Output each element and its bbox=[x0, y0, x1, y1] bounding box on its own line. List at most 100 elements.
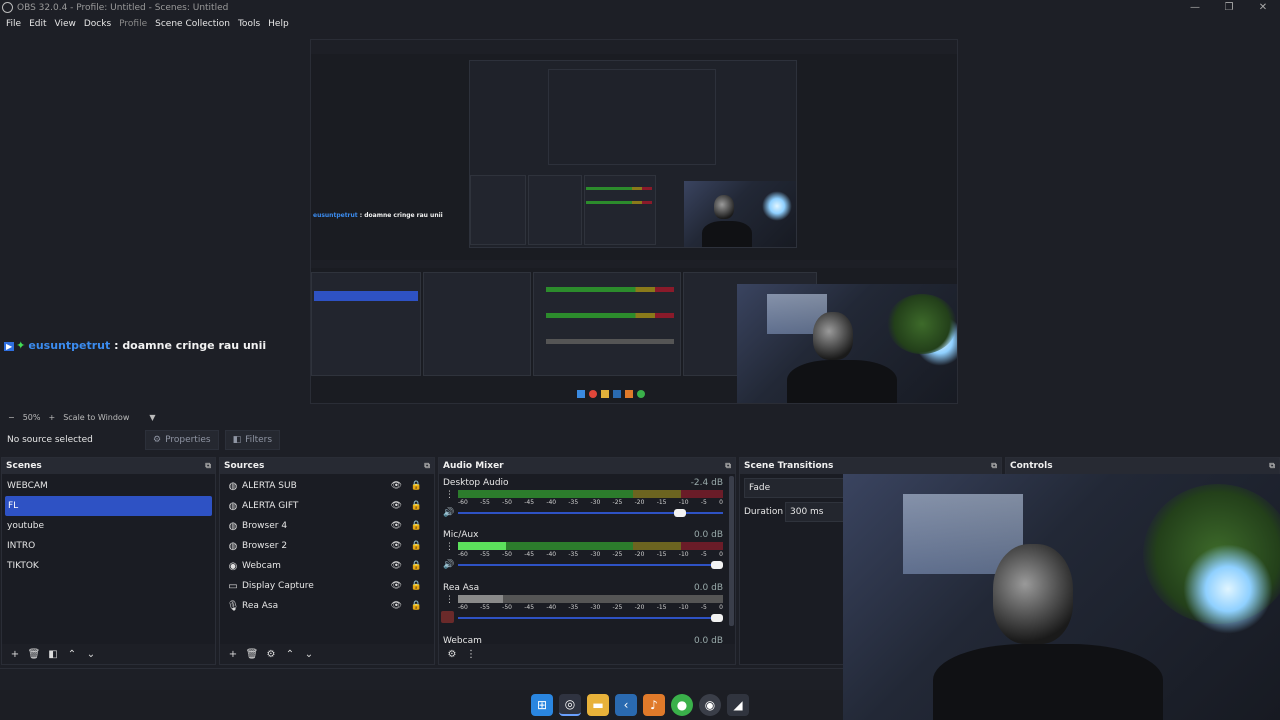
meter-tick-label: -40 bbox=[546, 604, 557, 611]
move-up-button[interactable]: ⌃ bbox=[281, 649, 299, 660]
meter-tick-label: -20 bbox=[634, 604, 645, 611]
lock-icon[interactable]: 🔒 bbox=[411, 521, 422, 531]
remove-scene-button[interactable]: 🗑 bbox=[25, 649, 43, 660]
filter-icon: ◧ bbox=[232, 435, 242, 445]
chrome-icon[interactable]: ◎ bbox=[559, 694, 581, 716]
transition-select[interactable]: Fade bbox=[744, 478, 854, 498]
mixer-menu-button[interactable]: ⋮ bbox=[462, 649, 480, 660]
source-properties-button[interactable]: ⚙ bbox=[262, 649, 280, 660]
move-up-button[interactable]: ⌃ bbox=[63, 649, 81, 660]
eye-icon[interactable]: 👁 bbox=[391, 561, 402, 571]
meter-tick-label: -20 bbox=[634, 499, 645, 506]
minimize-button[interactable]: — bbox=[1178, 0, 1212, 15]
menu-profile[interactable]: Profile bbox=[115, 19, 151, 29]
menu-docks[interactable]: Docks bbox=[80, 19, 115, 29]
menu-file[interactable]: File bbox=[2, 19, 25, 29]
source-item[interactable]: ◍ Browser 2 👁 🔒 bbox=[220, 536, 434, 556]
fader-knob[interactable] bbox=[711, 561, 723, 569]
source-item[interactable]: ◍ Browser 4 👁 🔒 bbox=[220, 516, 434, 536]
windows-start-icon[interactable]: ⊞ bbox=[531, 694, 553, 716]
close-button[interactable]: ✕ bbox=[1246, 0, 1280, 15]
obs-icon[interactable]: ◉ bbox=[699, 694, 721, 716]
channel-name: Mic/Aux bbox=[443, 530, 479, 540]
add-source-button[interactable]: + bbox=[224, 649, 242, 660]
properties-button[interactable]: ⚙ Properties bbox=[145, 430, 219, 450]
scene-item[interactable]: TIKTOK bbox=[2, 556, 215, 576]
speaker-icon[interactable]: 🔊 bbox=[443, 560, 454, 570]
advanced-audio-button[interactable]: ⚙ bbox=[443, 649, 461, 660]
eye-icon[interactable]: 👁 bbox=[391, 601, 402, 611]
undock-icon[interactable]: ⧉ bbox=[205, 461, 211, 471]
source-item[interactable]: 🎙 Rea Asa 👁 🔒 bbox=[220, 596, 434, 616]
maximize-button[interactable]: ❐ bbox=[1212, 0, 1246, 15]
eye-icon[interactable]: 👁 bbox=[391, 501, 402, 511]
source-item[interactable]: ◍ ALERTA GIFT 👁 🔒 bbox=[220, 496, 434, 516]
lock-icon[interactable]: 🔒 bbox=[411, 561, 422, 571]
undock-icon[interactable]: ⧉ bbox=[991, 461, 997, 471]
remove-source-button[interactable]: 🗑 bbox=[243, 649, 261, 660]
source-item[interactable]: ◉ Webcam 👁 🔒 bbox=[220, 556, 434, 576]
meter-tick-label: -60 bbox=[458, 604, 468, 611]
menu-edit[interactable]: Edit bbox=[25, 19, 50, 29]
channel-menu-icon[interactable]: ⋮ bbox=[445, 595, 454, 605]
scene-item[interactable]: WEBCAM bbox=[2, 476, 215, 496]
menu-view[interactable]: View bbox=[51, 19, 80, 29]
app-orange-icon[interactable]: ◢ bbox=[727, 694, 749, 716]
volume-fader[interactable] bbox=[458, 509, 723, 517]
volume-meter bbox=[458, 595, 723, 603]
menu-tools[interactable]: Tools bbox=[234, 19, 264, 29]
scale-mode[interactable]: Scale to Window bbox=[63, 413, 129, 422]
fader-knob[interactable] bbox=[673, 509, 686, 517]
lock-icon[interactable]: 🔒 bbox=[411, 601, 422, 611]
zoom-out-button[interactable]: − bbox=[8, 413, 15, 422]
eye-icon[interactable]: 👁 bbox=[391, 541, 402, 551]
source-label: ALERTA GIFT bbox=[242, 501, 299, 511]
menu-scene-collection[interactable]: Scene Collection bbox=[151, 19, 234, 29]
eye-icon[interactable]: 👁 bbox=[391, 481, 402, 491]
source-item[interactable]: ▭ Display Capture 👁 🔒 bbox=[220, 576, 434, 596]
move-down-button[interactable]: ⌄ bbox=[82, 649, 100, 660]
scene-item[interactable]: youtube bbox=[2, 516, 215, 536]
lock-icon[interactable]: 🔒 bbox=[411, 501, 422, 511]
zoom-in-button[interactable]: + bbox=[48, 413, 55, 422]
preview-area[interactable]: ▶ ✦ eusuntpetrut : doamne cringe rau unii … bbox=[0, 33, 1280, 409]
eye-icon[interactable]: 👁 bbox=[391, 521, 402, 531]
volume-fader[interactable] bbox=[458, 614, 723, 622]
scene-item[interactable]: INTRO bbox=[2, 536, 215, 556]
undock-icon[interactable]: ⧉ bbox=[424, 461, 430, 471]
add-scene-button[interactable]: + bbox=[6, 649, 24, 660]
lock-icon[interactable]: 🔒 bbox=[411, 541, 422, 551]
app-arrow-icon[interactable]: ‹ bbox=[615, 694, 637, 716]
channel-menu-icon[interactable]: ⋮ bbox=[445, 490, 454, 500]
move-down-button[interactable]: ⌄ bbox=[300, 649, 318, 660]
channel-name: Rea Asa bbox=[443, 583, 480, 593]
channel-menu-icon[interactable]: ⋮ bbox=[445, 542, 454, 552]
globe-icon: ◍ bbox=[228, 480, 238, 492]
scene-item-selected[interactable]: FL bbox=[5, 496, 212, 516]
transitions-title: Scene Transitions bbox=[744, 461, 834, 471]
mixer-scrollbar[interactable] bbox=[729, 476, 734, 626]
speaker-icon[interactable]: 🔊 bbox=[443, 508, 454, 518]
fader-knob[interactable] bbox=[711, 614, 723, 622]
filters-button[interactable]: ◧ Filters bbox=[224, 430, 281, 450]
meter-tick-label: -25 bbox=[612, 499, 623, 506]
app-green-icon[interactable]: ● bbox=[671, 694, 693, 716]
lock-icon[interactable]: 🔒 bbox=[411, 481, 422, 491]
meter-tick-label: -45 bbox=[524, 604, 535, 611]
muted-speaker-icon[interactable] bbox=[441, 611, 454, 623]
folder-icon[interactable]: ▬ bbox=[587, 694, 609, 716]
lock-icon[interactable]: 🔒 bbox=[411, 581, 422, 591]
source-item[interactable]: ◍ ALERTA SUB 👁 🔒 bbox=[220, 476, 434, 496]
mixer-channel: Desktop Audio -2.4 dB ⋮ -60 -55 -50 -45 -40-… bbox=[439, 478, 725, 530]
menu-help[interactable]: Help bbox=[264, 19, 293, 29]
globe-icon: ◍ bbox=[228, 520, 238, 532]
nested-capture bbox=[469, 60, 797, 248]
undock-icon[interactable]: ⧉ bbox=[1269, 461, 1275, 471]
no-source-label: No source selected bbox=[7, 435, 93, 445]
scale-mode-dropdown-icon[interactable]: ▼ bbox=[149, 413, 155, 422]
eye-icon[interactable]: 👁 bbox=[391, 581, 402, 591]
fl-studio-icon[interactable]: ♪ bbox=[643, 694, 665, 716]
undock-icon[interactable]: ⧉ bbox=[725, 461, 731, 471]
scene-filters-button[interactable]: ◧ bbox=[44, 649, 62, 660]
volume-fader[interactable] bbox=[458, 561, 723, 569]
